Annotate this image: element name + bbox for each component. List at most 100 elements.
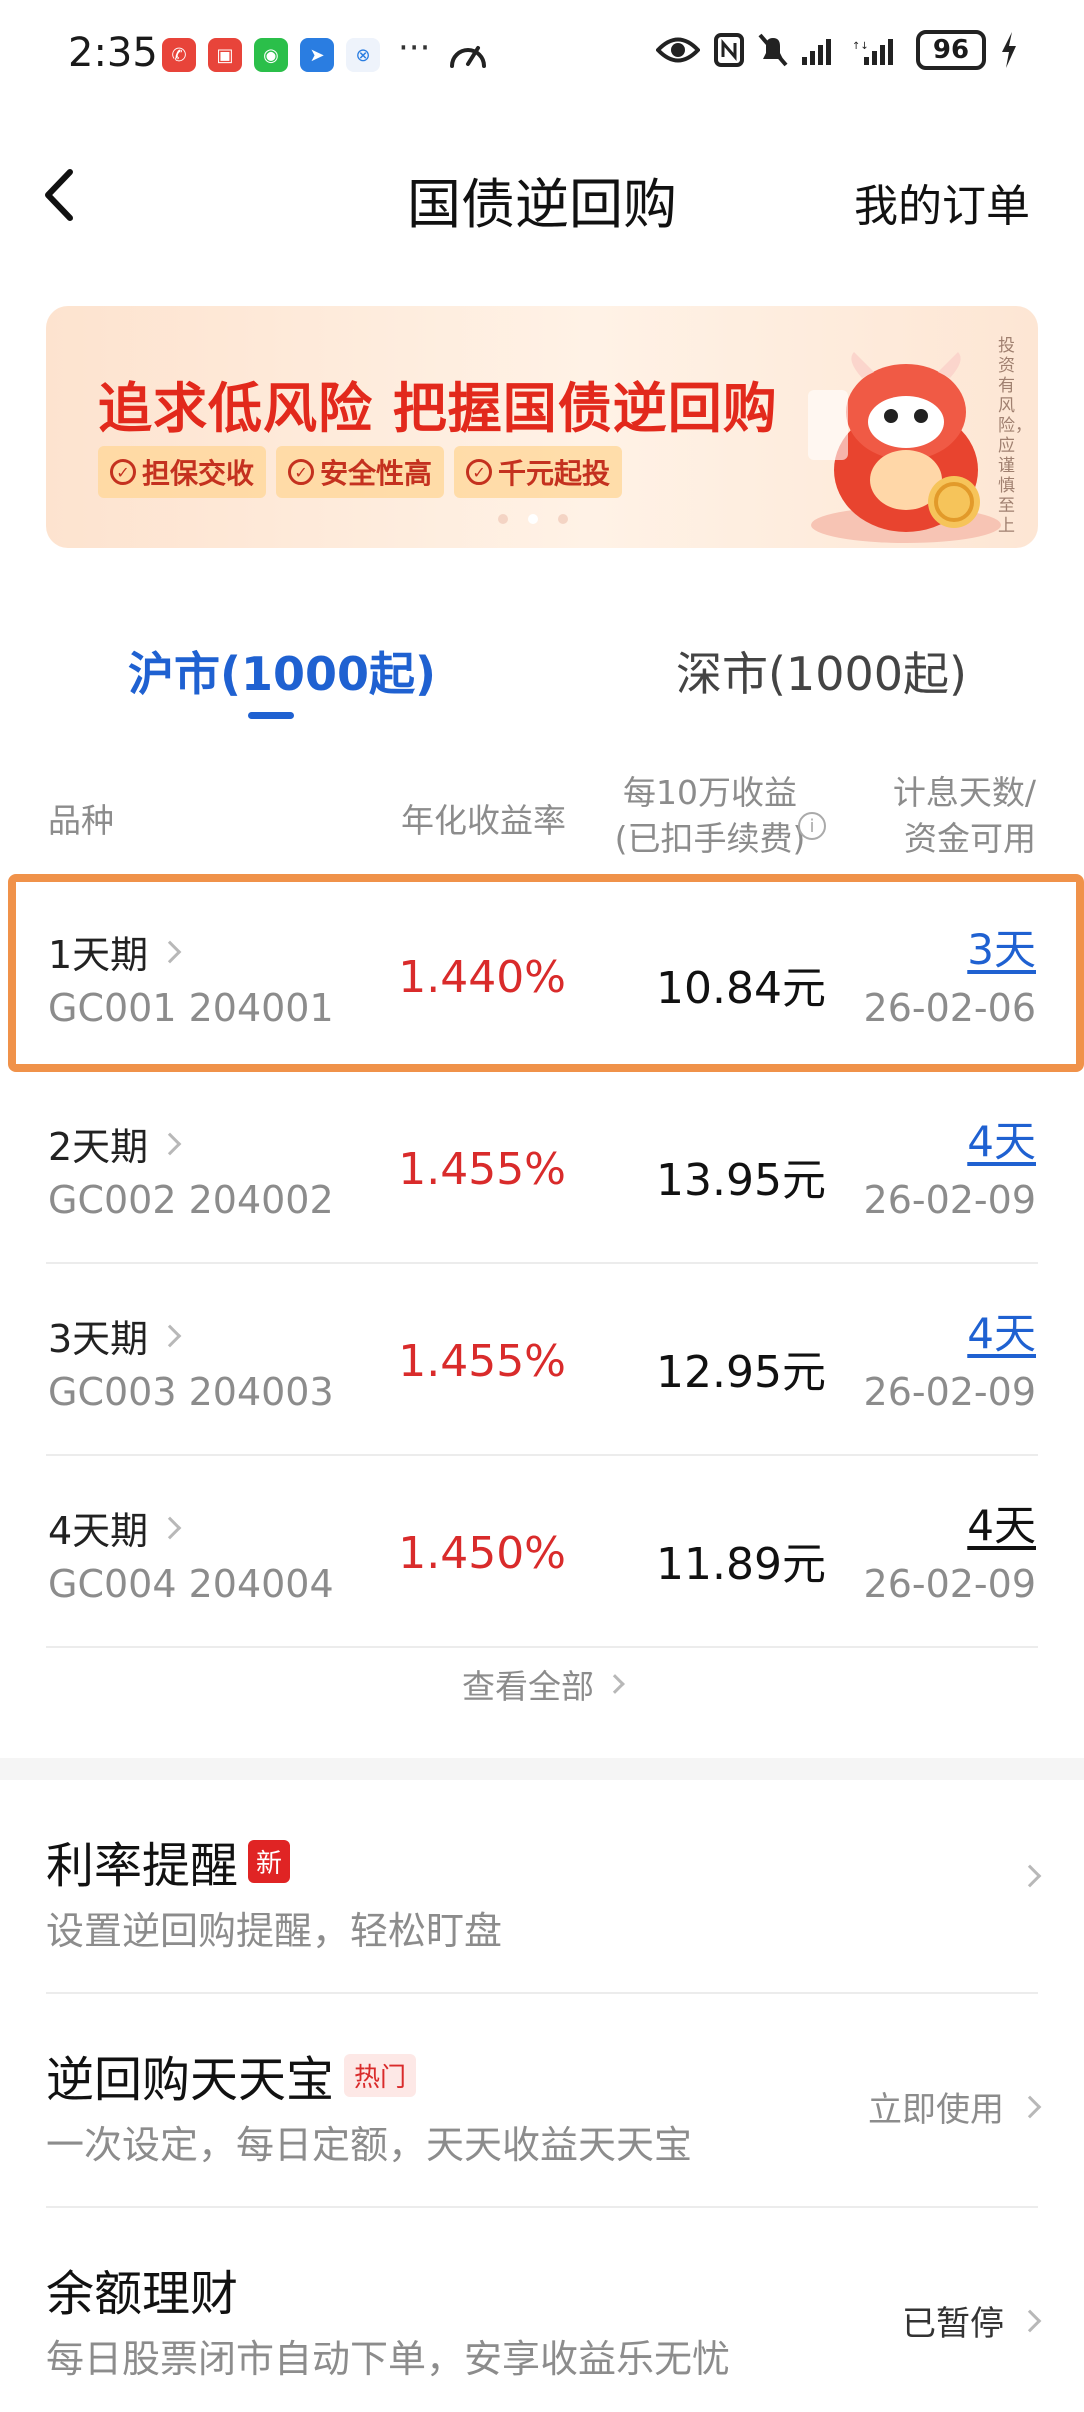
hot-badge: 热门	[344, 2053, 417, 2097]
charging-icon	[1002, 32, 1016, 68]
check-icon: ✓	[466, 459, 493, 485]
new-badge: 新	[248, 1839, 291, 1883]
table-row[interactable]: 3天期 GC003 204003 1.455% 12.95元 4天 26-02-…	[0, 1264, 1084, 1456]
status-time: 2:35	[68, 30, 158, 76]
row-earnings: 13.95元	[656, 1155, 826, 1206]
row-rate: 1.455%	[398, 1336, 566, 1387]
banner-features: ✓ 担保交收 ✓ 安全性高 ✓ 千元起投	[98, 446, 623, 498]
row-term-label: 3天期	[48, 1317, 149, 1361]
header-earnings: 每10万收益 (已扣手续费)	[590, 770, 830, 862]
row-days-link[interactable]: 4天	[967, 1300, 1036, 1361]
feature-subtitle: 设置逆回购提醒，轻松盯盘	[46, 1909, 503, 1953]
chevron-right-icon	[1018, 2309, 1042, 2332]
missed-call-icon: ✆	[162, 38, 196, 72]
promo-banner[interactable]: 追求低风险 把握国债逆回购 ✓ 担保交收 ✓ 安全性高 ✓ 千元起投 投资有风险…	[46, 306, 1038, 548]
chevron-right-icon	[1018, 1864, 1042, 1888]
feature-title-label: 余额理财	[46, 2266, 239, 2322]
chevron-right-icon	[158, 1324, 182, 1347]
divider	[46, 1646, 1038, 1648]
banner-feature: ✓ 担保交收	[98, 446, 267, 498]
row-available-date: 26-02-09	[863, 1178, 1036, 1222]
header-days: 计息天数/ 资金可用	[893, 770, 1036, 862]
table-row[interactable]: 4天期 GC004 204004 1.450% 11.89元 4天 26-02-…	[0, 1456, 1084, 1648]
nfc-icon	[714, 33, 744, 67]
header-rate: 年化收益率	[401, 801, 566, 840]
feature-title: 利率提醒 新	[46, 1826, 291, 1896]
row-available-date: 26-02-09	[863, 1370, 1036, 1414]
header-earnings-line2: (已扣手续费)	[614, 819, 806, 858]
nav-bar: 国债逆回购 我的订单	[0, 130, 1084, 260]
row-term-label: 2天期	[48, 1125, 149, 1169]
tab-shanghai[interactable]: 沪市(1000起)	[128, 638, 436, 704]
banner-feature-label: 千元起投	[498, 457, 611, 490]
row-days-link[interactable]: 4天	[967, 1492, 1036, 1553]
banner-feature: ✓ 千元起投	[454, 446, 623, 498]
feature-title-label: 逆回购天天宝	[46, 2052, 335, 2108]
rate-alert-item[interactable]: 利率提醒 新 设置逆回购提醒，轻松盯盘	[0, 1780, 1084, 1994]
feature-action-label: 立即使用	[868, 2090, 1004, 2130]
check-icon: ✓	[288, 459, 315, 485]
feature-subtitle: 一次设定，每日定额，天天收益天天宝	[46, 2123, 693, 2167]
row-days-link[interactable]: 4天	[967, 1108, 1036, 1169]
wechat-icon: ◉	[254, 38, 288, 72]
section-separator	[0, 1758, 1084, 1780]
system-status: ↑↓ 96	[656, 30, 1018, 70]
mute-bell-icon	[758, 33, 788, 67]
link-icon: ⊗	[346, 38, 380, 72]
row-available-date: 26-02-09	[863, 1562, 1036, 1606]
battery-indicator: 96	[916, 30, 986, 70]
highlight-box	[8, 874, 1084, 1072]
market-tabs: 沪市(1000起) 深市(1000起)	[0, 620, 1084, 730]
row-code: GC003 204003	[48, 1370, 334, 1414]
banner-headline: 追求低风险 把握国债逆回购	[98, 377, 778, 440]
carousel-dot-active	[528, 514, 538, 524]
carousel-dot	[498, 514, 508, 524]
feishu-icon: ➤	[300, 38, 334, 72]
speedometer-icon	[450, 46, 486, 68]
chevron-right-icon	[158, 1516, 182, 1539]
table-header: 品种 年化收益率 每10万收益 (已扣手续费) i 计息天数/ 资金可用	[0, 760, 1084, 880]
feature-title: 余额理财	[46, 2254, 238, 2324]
tab-shenzhen[interactable]: 深市(1000起)	[676, 638, 967, 704]
mascot-illustration	[808, 352, 1001, 543]
daily-repo-item[interactable]: 逆回购天天宝 热门 一次设定，每日定额，天天收益天天宝 立即使用	[0, 1994, 1084, 2208]
banner-feature-label: 担保交收	[142, 457, 255, 490]
feature-action	[1018, 1864, 1042, 1888]
row-term-label: 4天期	[48, 1509, 149, 1553]
header-earnings-line1: 每10万收益	[623, 773, 797, 812]
svg-text:↑↓: ↑↓	[852, 41, 869, 52]
view-all-label: 查看全部	[462, 1667, 594, 1706]
header-days-line1: 计息天数/	[892, 773, 1036, 812]
eye-icon	[656, 37, 700, 63]
info-icon[interactable]: i	[798, 812, 826, 840]
signal-icon	[802, 39, 831, 65]
row-code: GC004 204004	[48, 1562, 334, 1606]
feature-action[interactable]: 已暂停	[902, 2296, 1042, 2345]
header-days-line2: 资金可用	[904, 819, 1036, 858]
risk-note: 投资有风险，应谨慎至上	[998, 336, 1032, 536]
row-term: 4天期	[48, 1500, 182, 1555]
balance-wealth-item[interactable]: 余额理财 每日股票闭市自动下单，安享收益乐无忧 已暂停	[0, 2208, 1084, 2412]
banner-feature: ✓ 安全性高	[276, 446, 445, 498]
row-earnings: 11.89元	[656, 1539, 826, 1590]
notification-icons: ✆ ▣ ◉ ➤ ⊗	[162, 38, 380, 72]
table-row[interactable]: 2天期 GC002 204002 1.455% 13.95元 4天 26-02-…	[0, 1072, 1084, 1264]
feature-title: 逆回购天天宝 热门	[46, 2040, 417, 2110]
my-orders-link[interactable]: 我的订单	[854, 170, 1030, 234]
carousel-dot	[558, 514, 568, 524]
signal-2-icon: ↑↓	[852, 39, 893, 65]
chevron-right-icon	[605, 1674, 625, 1694]
row-rate: 1.455%	[398, 1144, 566, 1195]
more-notifications-icon: ···	[398, 28, 431, 68]
header-variety: 品种	[48, 801, 114, 840]
carousel-dots	[498, 514, 568, 524]
feature-subtitle: 每日股票闭市自动下单，安享收益乐无忧	[46, 2337, 731, 2381]
feature-action[interactable]: 立即使用	[868, 2082, 1042, 2131]
tab-active-indicator	[248, 712, 294, 719]
feature-title-label: 利率提醒	[46, 1838, 239, 1894]
row-code: GC002 204002	[48, 1178, 334, 1222]
row-rate: 1.450%	[398, 1528, 566, 1579]
chevron-right-icon	[1018, 2095, 1042, 2118]
view-all-link[interactable]: 查看全部	[0, 1660, 1084, 1708]
chevron-right-icon	[158, 1132, 182, 1155]
